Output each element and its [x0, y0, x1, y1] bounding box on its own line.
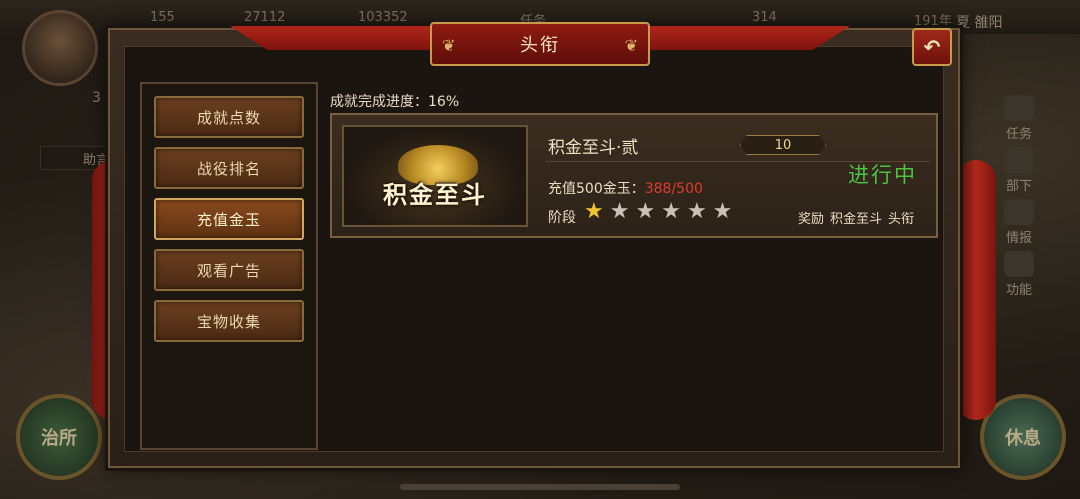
category-tab-panel: 成就点数 战役排名 充值金玉 观看广告 宝物收集	[140, 82, 318, 450]
player-level: 3	[92, 90, 101, 106]
menu-item-intel[interactable]: 情报	[996, 198, 1042, 250]
reward-name: 积金至斗	[830, 212, 883, 227]
achievement-progress: 成就完成进度：16%	[330, 91, 459, 111]
stage-stars: ★ ★ ★ ★ ★ ★	[584, 201, 732, 223]
level-badge: 10	[740, 135, 826, 155]
status-label: 进行中	[848, 163, 917, 187]
right-side-menu: 任务 部下 情报 功能	[996, 94, 1042, 302]
reward-type: 头衔	[888, 212, 915, 227]
star-icon: ★	[661, 199, 681, 224]
decorative-curtain-right	[956, 160, 996, 420]
tab-campaign-ranking[interactable]: 战役排名	[154, 147, 304, 189]
player-avatar[interactable]	[22, 10, 98, 86]
achievement-card[interactable]: 积金至斗 积金至斗·贰 10 充值500金玉：388/500 进行中 阶段 ★ …	[330, 113, 938, 238]
year-display: 191年	[914, 14, 952, 29]
star-icon: ★	[609, 199, 630, 224]
location-label: 夏 雒阳	[956, 15, 1003, 31]
resource-value: 155	[150, 10, 175, 25]
home-indicator	[400, 484, 680, 490]
achievement-title: 积金至斗·贰	[548, 138, 639, 158]
book-icon	[1004, 199, 1034, 225]
gear-icon	[1004, 251, 1034, 277]
menu-item-label: 部下	[1005, 179, 1032, 194]
swirl-ornament-icon: ❦	[624, 36, 638, 55]
back-arrow-icon: ↶	[923, 35, 941, 59]
tab-achievement-points[interactable]: 成就点数	[154, 96, 304, 138]
progress-label: 成就完成进度：	[330, 94, 428, 110]
achievement-image: 积金至斗	[342, 125, 528, 227]
dialog-title: 头衔	[520, 35, 560, 56]
tab-watch-ads[interactable]: 观看广告	[154, 249, 304, 291]
back-button[interactable]: ↶	[912, 28, 952, 66]
menu-item-tasks[interactable]: 任务	[996, 94, 1042, 146]
reward-line: 奖励 积金至斗 头衔	[798, 208, 914, 227]
star-icon: ★	[712, 199, 733, 224]
people-icon	[1004, 147, 1034, 173]
menu-item-label: 任务	[1005, 127, 1032, 142]
star-icon: ★	[686, 199, 707, 224]
menu-item-label: 情报	[1005, 231, 1032, 246]
scroll-icon	[1004, 95, 1034, 121]
progress-value: 16%	[428, 94, 460, 110]
tab-recharge-gold[interactable]: 充值金玉	[154, 198, 304, 240]
requirement-label: 充值500金玉：	[548, 181, 645, 197]
swirl-ornament-icon: ❦	[442, 36, 456, 55]
dialog-title-plate: ❦ 头衔 ❦	[430, 22, 650, 66]
requirement-value: 388/500	[644, 181, 703, 197]
achievement-image-text: 积金至斗	[383, 181, 487, 209]
requirement-line: 充值500金玉：388/500	[548, 178, 703, 198]
menu-item-label: 功能	[1005, 283, 1032, 298]
star-icon: ★	[635, 199, 656, 224]
governance-button[interactable]: 治所	[16, 394, 102, 480]
menu-item-functions[interactable]: 功能	[996, 250, 1042, 302]
star-icon: ★	[584, 199, 604, 224]
reward-label: 奖励	[798, 212, 825, 227]
tab-treasure-collection[interactable]: 宝物收集	[154, 300, 304, 342]
menu-item-subordinates[interactable]: 部下	[996, 146, 1042, 198]
stage-label: 阶段	[548, 210, 576, 226]
